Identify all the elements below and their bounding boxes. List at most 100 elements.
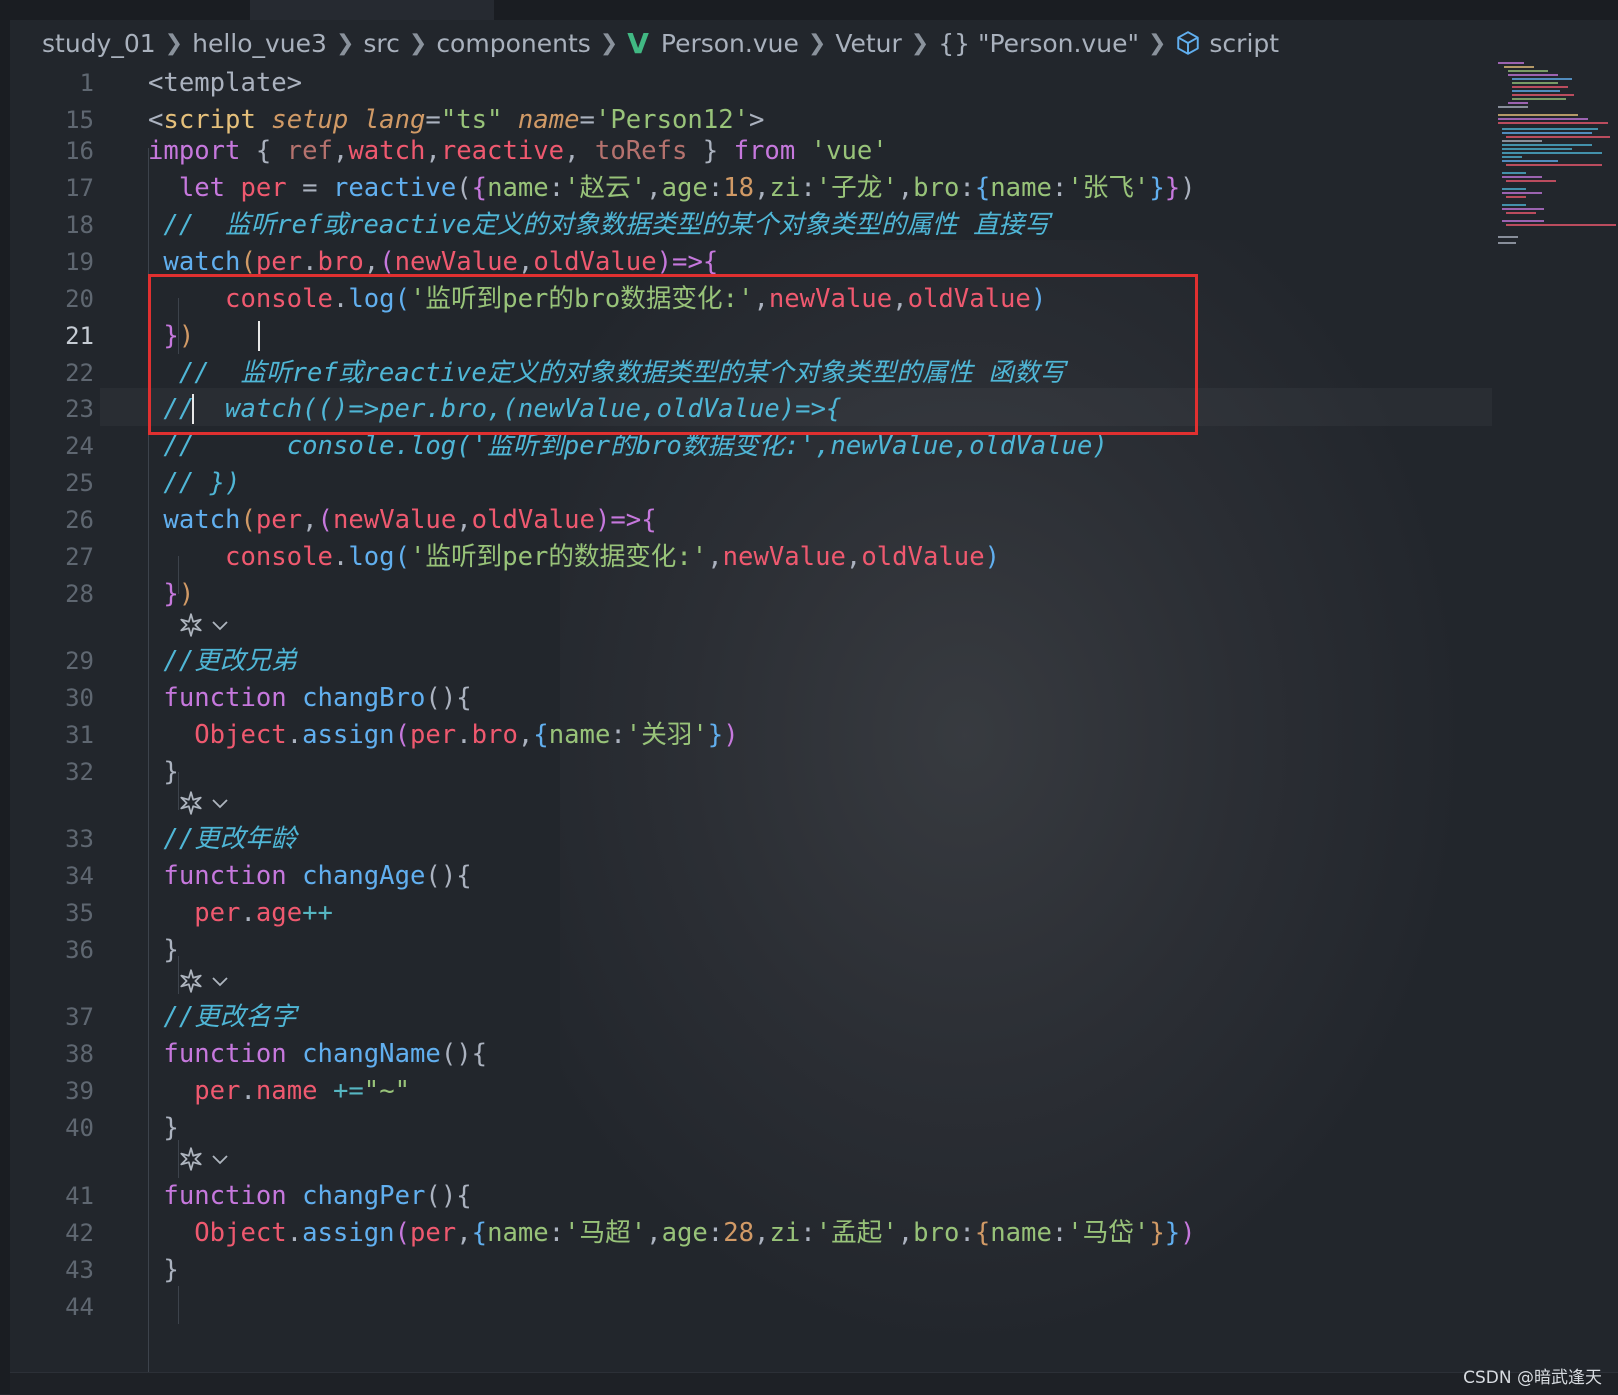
code-token: '子龙' — [815, 173, 898, 203]
line-number: 41 — [65, 1182, 94, 1210]
code-line[interactable]: 29 //更改兄弟 — [0, 642, 1500, 680]
code-line[interactable]: 43 } — [0, 1251, 1500, 1289]
code-text[interactable]: } — [148, 1109, 178, 1147]
code-text[interactable]: } — [148, 931, 178, 969]
code-token: . — [332, 542, 349, 572]
line-number: 1 — [79, 69, 94, 97]
breadcrumb-item-script[interactable]: script — [1209, 29, 1279, 58]
code-text[interactable]: function changAge(){ — [148, 857, 471, 895]
code-text[interactable]: per.name +="~" — [148, 1072, 410, 1110]
code-text[interactable]: }) — [148, 575, 194, 613]
minimap-line — [1512, 90, 1560, 92]
breadcrumb-item-study-01[interactable]: study_01 — [42, 29, 156, 58]
code-token: '监听到per的数据变化:' — [410, 542, 708, 572]
line-number: 26 — [65, 506, 94, 534]
code-line[interactable]: 18 // 监听ref或reactive定义的对象数据类型的某个对象类型的属性 … — [0, 206, 1500, 244]
code-text[interactable]: function changPer(){ — [148, 1177, 471, 1215]
code-text[interactable]: //更改年龄 — [148, 820, 296, 858]
code-line[interactable]: 28 }) — [0, 575, 1500, 613]
watermark: CSDN @暗武逢天 — [1463, 1368, 1602, 1388]
code-token: function — [163, 861, 287, 891]
code-line[interactable]: 26 watch(per,(newValue,oldValue)=>{ — [0, 501, 1500, 539]
code-line[interactable]: 38 function changName(){ — [0, 1035, 1500, 1073]
code-line[interactable]: 40 } — [0, 1109, 1500, 1147]
code-text[interactable]: per.age++ — [148, 894, 333, 932]
code-line[interactable]: 25 // }) — [0, 464, 1500, 502]
code-token: log — [348, 542, 395, 572]
code-text[interactable]: // 监听ref或reactive定义的对象数据类型的某个对象类型的属性 直接写 — [148, 206, 1050, 244]
minimap-line — [1502, 172, 1526, 174]
code-token: script — [163, 105, 256, 135]
code-line[interactable]: 34 function changAge(){ — [0, 857, 1500, 895]
code-text[interactable]: import { ref,watch,reactive, toRefs } fr… — [148, 132, 888, 170]
code-line[interactable]: 16 import { ref,watch,reactive, toRefs } … — [0, 132, 1500, 170]
code-token: 18 — [723, 173, 755, 203]
code-token: ( — [240, 247, 256, 277]
code-line[interactable]: 1 <template> — [0, 64, 1500, 102]
code-line[interactable]: 41 function changPer(){ — [0, 1177, 1500, 1215]
code-line[interactable]: 31 Object.assign(per.bro,{name:'关羽'}) — [0, 716, 1500, 754]
code-token: ( — [394, 1218, 410, 1248]
code-line[interactable]: 30 function changBro(){ — [0, 679, 1500, 717]
code-line[interactable]: 36 } — [0, 931, 1500, 969]
code-text[interactable]: function changName(){ — [148, 1035, 487, 1073]
minimap-line — [1506, 224, 1616, 226]
code-line[interactable]: 32 } — [0, 753, 1500, 791]
code-editor[interactable]: 1 <template> 15 <script setup lang="ts" nam… — [0, 64, 1618, 1388]
codelens-icon[interactable] — [178, 788, 230, 818]
code-line[interactable]: 42 Object.assign(per,{name:'马超',age:28,z… — [0, 1214, 1500, 1252]
codelens-icon[interactable] — [178, 966, 230, 996]
code-token: : — [1051, 1218, 1068, 1248]
code-text[interactable]: //更改名字 — [148, 998, 296, 1036]
minimap-line — [1502, 132, 1592, 134]
code-token: , — [646, 1218, 662, 1248]
breadcrumb-item-src[interactable]: src — [363, 29, 400, 58]
code-token: per — [240, 173, 287, 203]
line-number: 25 — [65, 469, 94, 497]
code-line[interactable]: 33 //更改年龄 — [0, 820, 1500, 858]
code-token: // }) — [163, 468, 241, 498]
code-token: . — [286, 1218, 303, 1248]
code-text[interactable]: // }) — [148, 464, 240, 502]
codelens-icon[interactable] — [178, 610, 230, 640]
breadcrumb-item-person-vue[interactable]: Person.vue — [661, 29, 799, 58]
code-text[interactable]: Object.assign(per.bro,{name:'关羽'}) — [148, 716, 738, 754]
line-number: 27 — [65, 543, 94, 571]
code-text[interactable]: function changBro(){ — [148, 679, 471, 717]
code-text[interactable]: console.log('监听到per的数据变化:',newValue,oldV… — [148, 538, 1000, 576]
code-token: : — [610, 720, 626, 750]
code-text[interactable]: } — [148, 1251, 178, 1289]
codelens-icon[interactable] — [178, 1144, 230, 1174]
code-token: bro — [913, 1218, 960, 1248]
code-token: zi — [769, 173, 801, 203]
code-text[interactable]: } — [148, 753, 178, 791]
code-line[interactable]: 39 per.name +="~" — [0, 1072, 1500, 1110]
breadcrumb-item-hello-vue3[interactable]: hello_vue3 — [192, 29, 327, 58]
code-token: } — [1164, 173, 1181, 203]
minimap-line — [1506, 136, 1610, 138]
code-line[interactable]: 37 //更改名字 — [0, 998, 1500, 1036]
minimap[interactable] — [1498, 62, 1616, 262]
code-text[interactable]: Object.assign(per,{name:'马超',age:28,zi:'… — [148, 1214, 1195, 1252]
code-text[interactable]: watch(per,(newValue,oldValue)=>{ — [148, 501, 656, 539]
code-token: , — [845, 542, 862, 572]
breadcrumb-item-components[interactable]: components — [436, 29, 590, 58]
breadcrumb-item-person-vue-object[interactable]: {} "Person.vue" — [938, 29, 1139, 58]
code-token: assign — [302, 720, 395, 750]
breadcrumb-item-vetur[interactable]: Vetur — [835, 29, 901, 58]
code-token: // 监听ref或reactive定义的对象数据类型的某个对象类型的属性 直接写 — [163, 210, 1050, 240]
horizontal-scrollbar[interactable] — [10, 1372, 1618, 1395]
code-line[interactable]: 35 per.age++ — [0, 894, 1500, 932]
code-token: , — [897, 1218, 914, 1248]
code-text[interactable]: <template> — [148, 64, 302, 102]
code-text[interactable]: let per = reactive({name:'赵云',age:18,zi:… — [148, 169, 1196, 207]
minimap-line — [1498, 106, 1528, 108]
active-editor-tab[interactable] — [250, 0, 494, 20]
code-line[interactable]: 17 let per = reactive({name:'赵云',age:18,… — [0, 169, 1500, 207]
chevron-right-icon: ❯ — [910, 30, 930, 56]
code-line[interactable]: 44 — [0, 1288, 1500, 1326]
code-line[interactable]: 27 console.log('监听到per的数据变化:',newValue,o… — [0, 538, 1500, 576]
code-text[interactable]: //更改兄弟 — [148, 642, 296, 680]
